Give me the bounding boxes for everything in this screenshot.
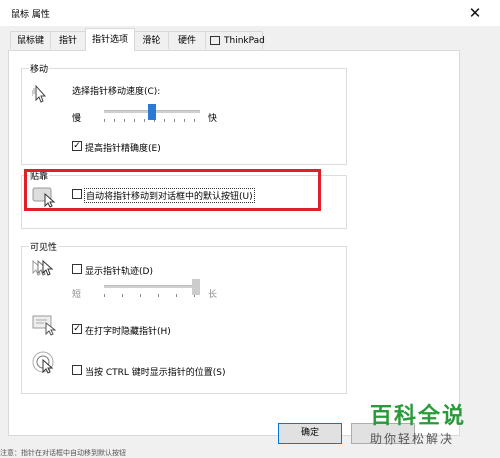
tab-wheel[interactable]: 滑轮 — [134, 31, 169, 49]
trail-tick — [104, 294, 105, 297]
speed-tick — [194, 119, 195, 122]
pointer-speed-icon — [32, 84, 47, 103]
speed-fast-label: 快 — [208, 114, 218, 124]
ctrl-locate-checkbox[interactable] — [72, 365, 82, 375]
close-icon[interactable]: ✕ — [462, 3, 488, 23]
ctrl-locate-label: 当按 CTRL 键时显示指针的位置(S) — [85, 368, 226, 378]
precision-checkbox[interactable]: ✓ — [72, 141, 82, 151]
trail-tick — [140, 294, 141, 297]
speed-slider-thumb[interactable] — [148, 104, 156, 120]
watermark-subtitle: 助你轻松解决 — [370, 432, 455, 446]
hide-while-typing-icon — [32, 315, 56, 336]
hide-while-typing-label: 在打字时隐藏指针(H) — [85, 327, 171, 337]
motion-group-label: 移动 — [29, 62, 50, 75]
window-title: 鼠标 属性 — [11, 10, 50, 20]
speed-tick — [184, 119, 185, 122]
thinkpad-icon — [210, 36, 220, 45]
highlight-annotation — [24, 169, 321, 211]
speed-tick — [114, 119, 115, 122]
ok-button[interactable]: 确定 — [278, 423, 342, 444]
trails-label: 显示指针轨迹(D) — [85, 267, 153, 277]
title-bar: 鼠标 属性 ✕ — [0, 0, 500, 26]
ctrl-locate-icon — [32, 351, 54, 374]
speed-tick — [174, 119, 175, 122]
speed-tick — [134, 119, 135, 122]
trail-short-label: 短 — [72, 290, 82, 300]
speed-slider[interactable] — [104, 104, 200, 126]
precision-label: 提高指针精确度(E) — [85, 144, 161, 154]
speed-label: 选择指针移动速度(C): — [72, 87, 161, 97]
mouse-properties-dialog: 鼠标 属性 ✕ 鼠标键 指针 指针选项 滑轮 硬件 ThinkPad 移动 选择… — [0, 0, 500, 458]
tab-pointer-options[interactable]: 指针选项 — [85, 28, 135, 51]
watermark-logo: 百科全说 助你轻松解决 — [370, 398, 495, 450]
speed-tick — [124, 119, 125, 122]
trail-tick — [158, 294, 159, 297]
tab-pointers[interactable]: 指针 — [50, 31, 86, 49]
tab-thinkpad[interactable]: ThinkPad — [205, 31, 265, 49]
speed-tick — [164, 119, 165, 122]
speed-tick — [104, 119, 105, 122]
watermark-title: 百科全说 — [370, 404, 467, 429]
trails-checkbox[interactable] — [72, 264, 82, 274]
speed-slow-label: 慢 — [72, 114, 82, 124]
trail-long-label: 长 — [208, 290, 218, 300]
tab-mouse-buttons[interactable]: 鼠标键 — [10, 31, 51, 49]
trail-slider-track — [104, 285, 200, 288]
trail-tick — [122, 294, 123, 297]
hide-while-typing-checkbox[interactable]: ✓ — [72, 324, 82, 334]
trail-length-slider[interactable] — [104, 279, 200, 301]
trail-slider-thumb[interactable] — [192, 279, 200, 295]
speed-tick — [144, 119, 145, 122]
bottom-cut-text: 注意：指针在对话框中自动移到默认按钮 — [0, 449, 126, 457]
tab-thinkpad-label: ThinkPad — [224, 36, 265, 46]
tab-hardware[interactable]: 硬件 — [168, 31, 206, 49]
pointer-trails-icon — [32, 259, 54, 276]
visibility-group-label: 可见性 — [29, 240, 59, 253]
trail-tick — [176, 294, 177, 297]
